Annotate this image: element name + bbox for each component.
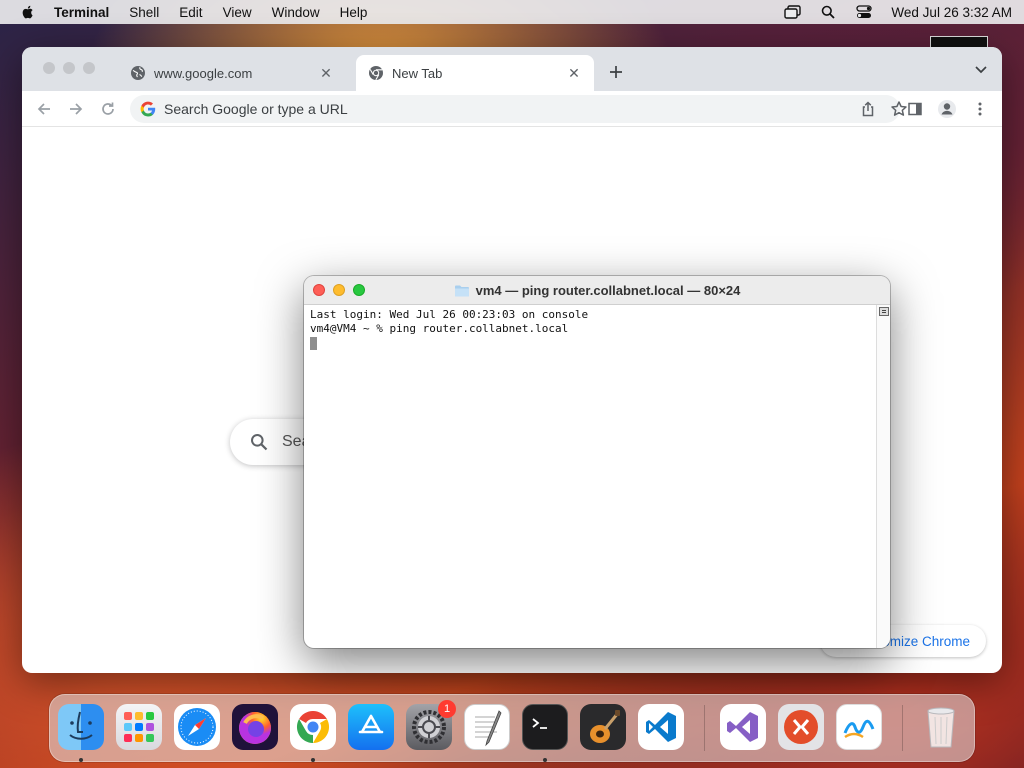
more-menu-icon[interactable] <box>970 99 990 119</box>
split-pane-icon[interactable] <box>879 307 889 316</box>
browser-toolbar: Search Google or type a URL <box>22 91 1002 127</box>
spotlight-search-icon[interactable] <box>819 4 837 20</box>
dock: 1 <box>49 694 975 762</box>
screen-mirroring-icon[interactable] <box>783 4 801 20</box>
menu-window[interactable]: Window <box>272 5 320 20</box>
menu-bar: Terminal Shell Edit View Window Help Wed… <box>0 0 1024 24</box>
close-tab-icon[interactable]: ✕ <box>318 65 334 81</box>
running-indicator <box>79 758 83 762</box>
google-g-icon <box>140 101 156 117</box>
apple-menu-icon[interactable] <box>20 4 36 20</box>
new-tab-plus-icon[interactable] <box>606 62 626 82</box>
menu-edit[interactable]: Edit <box>179 5 202 20</box>
customize-chrome-label: omize Chrome <box>882 633 970 649</box>
dock-separator <box>902 705 903 751</box>
folder-icon <box>454 285 469 296</box>
terminal-scrollbar[interactable] <box>876 305 890 648</box>
terminal-title: vm4 — ping router.collabnet.local — 80×2… <box>475 282 741 298</box>
profile-avatar-icon[interactable] <box>937 99 957 119</box>
dock-separator <box>704 705 705 751</box>
terminal-close-button[interactable] <box>313 284 325 296</box>
tab-label: New Tab <box>392 65 443 81</box>
chrome-icon[interactable] <box>290 704 336 750</box>
remote-desktop-icon[interactable] <box>778 704 824 750</box>
running-indicator <box>311 758 315 762</box>
terminal-output[interactable]: Last login: Wed Jul 26 00:23:03 on conso… <box>304 305 876 648</box>
menu-clock[interactable]: Wed Jul 26 3:32 AM <box>891 5 1012 20</box>
menu-shell[interactable]: Shell <box>129 5 159 20</box>
tab-label: www.google.com <box>154 65 253 81</box>
menu-app-name[interactable]: Terminal <box>54 5 109 20</box>
tab-strip: www.google.com ✕ New Tab ✕ <box>22 47 1002 91</box>
terminal-icon[interactable] <box>522 704 568 750</box>
tab-google[interactable]: www.google.com ✕ <box>118 55 346 91</box>
finder-icon[interactable] <box>58 704 104 750</box>
trash-icon[interactable] <box>918 704 964 750</box>
menu-help[interactable]: Help <box>340 5 368 20</box>
visual-studio-icon[interactable] <box>720 704 766 750</box>
chrome-logo-icon <box>369 66 383 81</box>
control-center-icon[interactable] <box>855 4 873 20</box>
safari-icon[interactable] <box>174 704 220 750</box>
terminal-window: vm4 — ping router.collabnet.local — 80×2… <box>304 276 890 648</box>
app-store-icon[interactable] <box>348 704 394 750</box>
garageband-icon[interactable] <box>580 704 626 750</box>
tab-new-tab[interactable]: New Tab ✕ <box>356 55 594 91</box>
search-icon <box>251 434 268 451</box>
firefox-icon[interactable] <box>232 704 278 750</box>
zoom-window-button[interactable] <box>83 62 95 74</box>
chevron-down-icon[interactable] <box>974 64 988 76</box>
terminal-titlebar[interactable]: vm4 — ping router.collabnet.local — 80×2… <box>304 276 890 305</box>
close-tab-icon[interactable]: ✕ <box>566 65 582 81</box>
terminal-window-controls <box>313 284 365 296</box>
globe-icon <box>131 66 145 80</box>
close-window-button[interactable] <box>43 62 55 74</box>
vscode-icon[interactable] <box>638 704 684 750</box>
terminal-line: vm4@VM4 ~ % ping router.collabnet.local <box>310 322 569 335</box>
address-bar[interactable]: Search Google or type a URL <box>130 95 907 123</box>
terminal-zoom-button[interactable] <box>353 284 365 296</box>
address-placeholder: Search Google or type a URL <box>164 101 348 117</box>
menu-view[interactable]: View <box>223 5 252 20</box>
side-panel-icon[interactable] <box>905 99 925 119</box>
launchpad-icon[interactable] <box>116 704 162 750</box>
freeform-icon[interactable] <box>836 704 882 750</box>
back-arrow-icon[interactable] <box>34 99 54 119</box>
minimize-window-button[interactable] <box>63 62 75 74</box>
running-indicator <box>543 758 547 762</box>
share-icon[interactable] <box>860 101 876 117</box>
notification-badge: 1 <box>438 700 456 718</box>
terminal-line: Last login: Wed Jul 26 00:23:03 on conso… <box>310 308 589 321</box>
terminal-minimize-button[interactable] <box>333 284 345 296</box>
reload-icon[interactable] <box>98 99 118 119</box>
textedit-icon[interactable] <box>464 704 510 750</box>
forward-arrow-icon[interactable] <box>66 99 86 119</box>
window-controls <box>43 62 95 74</box>
text-cursor <box>310 337 317 350</box>
